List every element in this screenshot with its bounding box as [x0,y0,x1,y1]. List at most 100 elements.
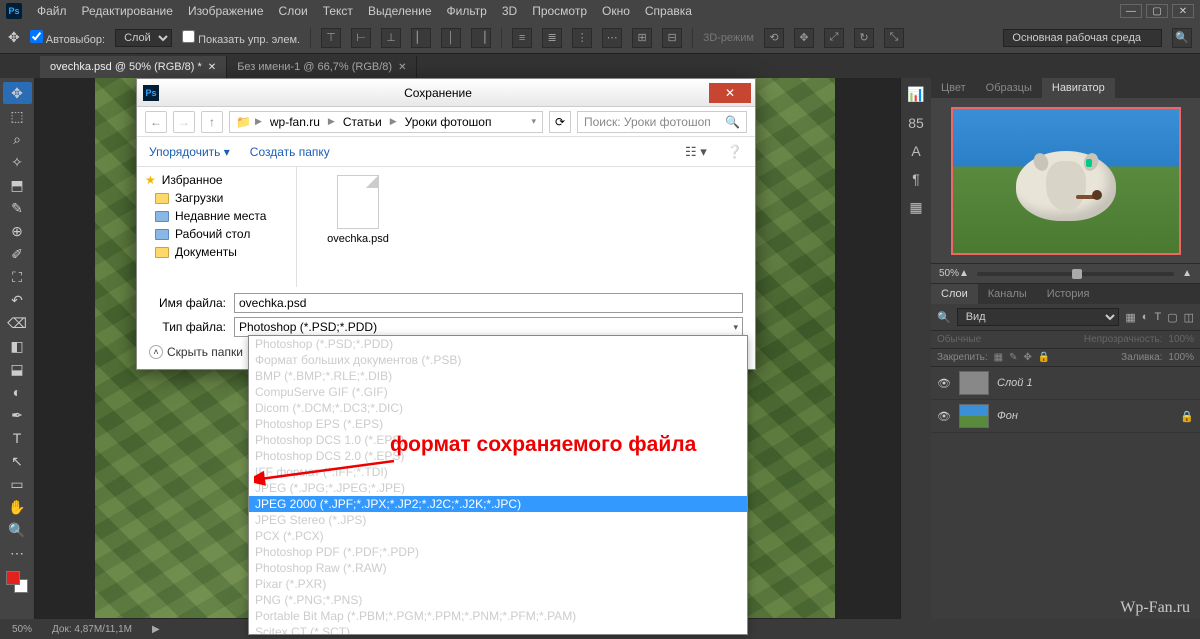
window-maximize[interactable]: ▢ [1146,4,1168,18]
lasso-tool[interactable]: ⌕ [3,128,32,150]
window-close[interactable]: ✕ [1172,4,1194,18]
workspace-select[interactable]: Основная рабочая среда [1003,29,1162,47]
tab-color[interactable]: Цвет [931,78,976,98]
new-folder-button[interactable]: Создать папку [250,145,330,159]
opacity-value[interactable]: 100% [1168,334,1194,345]
format-option[interactable]: Scitex CT (*.SCT) [249,624,747,635]
3d-orbit-icon[interactable]: ⟲ [764,28,784,48]
gradient-tool[interactable]: ◧ [3,335,32,357]
zoom-tool[interactable]: 🔍 [3,519,32,541]
blend-mode[interactable]: Обычные [937,334,981,345]
format-option[interactable]: Photoshop DCS 1.0 (*.EPS) [249,432,747,448]
distribute-4-icon[interactable]: ⋯ [602,28,622,48]
format-option[interactable]: Pixar (*.PXR) [249,576,747,592]
dodge-tool[interactable]: ◐ [3,381,32,403]
layer-filter-select[interactable]: Вид [957,308,1120,326]
path-tool[interactable]: ↖ [3,450,32,472]
menu-window[interactable]: Окно [602,4,630,18]
histogram-icon[interactable]: 📊 [907,86,924,103]
menu-3d[interactable]: 3D [502,4,517,18]
filter-icon[interactable]: 🔍 [937,311,951,324]
format-option[interactable]: BMP (*.BMP;*.RLE;*.DIB) [249,368,747,384]
zoom-in-icon[interactable]: ▲ [1182,268,1192,279]
fill-value[interactable]: 100% [1168,352,1194,363]
filetype-dropdown[interactable]: Photoshop (*.PSD;*.PDD)Формат больших до… [248,335,748,635]
filter-smart-icon[interactable]: ◫ [1184,311,1194,324]
format-option[interactable]: Photoshop (*.PSD;*.PDD) [249,336,747,352]
paragraph-icon[interactable]: ¶ [912,171,920,187]
lock-pixel-icon[interactable]: ▦ [994,352,1003,363]
organize-button[interactable]: Упорядочить ▾ [149,145,230,159]
file-list[interactable]: ovechka.psd [297,167,755,287]
zoom-slider[interactable] [977,272,1174,276]
3d-scale-icon[interactable]: ⤡ [884,28,904,48]
autoselect-checkbox[interactable]: Автовыбор: [30,30,105,46]
format-option[interactable]: PCX (*.PCX) [249,528,747,544]
tab-channels[interactable]: Каналы [978,284,1037,304]
tree-downloads[interactable]: Загрузки [145,189,288,207]
format-option[interactable]: JPEG Stereo (*.JPS) [249,512,747,528]
search-icon[interactable]: 🔍 [1172,28,1192,48]
color-swatches[interactable] [6,571,28,593]
eraser-tool[interactable]: ⌫ [3,312,32,334]
pen-tool[interactable]: ✒ [3,404,32,426]
eyedropper-tool[interactable]: ✎ [3,197,32,219]
format-option[interactable]: Формат больших документов (*.PSB) [249,352,747,368]
blur-tool[interactable]: ⬓ [3,358,32,380]
format-option[interactable]: Photoshop Raw (*.RAW) [249,560,747,576]
lock-brush-icon[interactable]: ✎ [1009,352,1017,363]
format-option[interactable]: IFF формат (*.IFF;*.TDI) [249,464,747,480]
hand-tool[interactable]: ✋ [3,496,32,518]
align-hcenter-icon[interactable]: │ [441,28,461,48]
filename-input[interactable] [234,293,743,313]
format-option[interactable]: JPEG 2000 (*.JPF;*.JPX;*.JP2;*.J2C;*.J2K… [249,496,747,512]
autoselect-type[interactable]: Слой [115,29,172,47]
filter-adjust-icon[interactable]: ◐ [1142,311,1149,323]
menu-edit[interactable]: Редактирование [82,4,173,18]
shape-tool[interactable]: ▭ [3,473,32,495]
marquee-tool[interactable]: ⬚ [3,105,32,127]
search-input[interactable]: Поиск: Уроки фотошоп🔍 [577,111,747,133]
menu-view[interactable]: Просмотр [532,4,587,18]
filter-shape-icon[interactable]: ▢ [1167,311,1177,324]
tab-untitled[interactable]: Без имени-1 @ 66,7% (RGB/8)✕ [227,56,417,78]
filter-pixel-icon[interactable]: ▦ [1125,311,1135,324]
distribute-3-icon[interactable]: ⋮ [572,28,592,48]
align-top-icon[interactable]: ⊤ [321,28,341,48]
distribute-6-icon[interactable]: ⊟ [662,28,682,48]
hide-folders-toggle[interactable]: ˄Скрыть папки [149,345,243,359]
file-item[interactable]: ovechka.psd [313,175,403,245]
dialog-close-button[interactable]: ✕ [709,83,751,103]
lock-pos-icon[interactable]: ✥ [1024,352,1032,363]
dialog-titlebar[interactable]: Ps Сохранение ✕ [137,79,755,107]
format-option[interactable]: Portable Bit Map (*.PBM;*.PGM;*.PPM;*.PN… [249,608,747,624]
tab-layers[interactable]: Слои [931,284,978,304]
layer-item[interactable]: 👁 Слой 1 [931,367,1200,400]
zoom-value[interactable]: 50% [939,268,959,279]
tab-swatches[interactable]: Образцы [976,78,1042,98]
align-vcenter-icon[interactable]: ⊢ [351,28,371,48]
format-option[interactable]: Photoshop PDF (*.PDF;*.PDP) [249,544,747,560]
tree-recent[interactable]: Недавние места [145,207,288,225]
type-tool[interactable]: T [3,427,32,449]
status-zoom[interactable]: 50% [12,624,32,635]
3d-rotate-icon[interactable]: ↻ [854,28,874,48]
zoom-out-icon[interactable]: ▲ [959,268,969,279]
menu-select[interactable]: Выделение [368,4,432,18]
tab-ovechka[interactable]: ovechka.psd @ 50% (RGB/8) *✕ [40,56,227,78]
3d-zoom-icon[interactable]: ⤢ [824,28,844,48]
nav-back-button[interactable]: ← [145,111,167,133]
nav-forward-button[interactable]: → [173,111,195,133]
layer-item[interactable]: 👁 Фон 🔒 [931,400,1200,433]
menu-text[interactable]: Текст [323,4,353,18]
format-option[interactable]: JPEG (*.JPG;*.JPEG;*.JPE) [249,480,747,496]
menu-filter[interactable]: Фильтр [447,4,487,18]
align-right-icon[interactable]: ▕ [471,28,491,48]
3d-pan-icon[interactable]: ✥ [794,28,814,48]
move-tool[interactable]: ✥ [3,82,32,104]
character-icon[interactable]: A [911,143,920,159]
tree-favorites[interactable]: ★Избранное [145,171,288,189]
tree-documents[interactable]: Документы [145,243,288,261]
show-controls-checkbox[interactable]: Показать упр. элем. [182,30,300,46]
history-brush-tool[interactable]: ↶ [3,289,32,311]
